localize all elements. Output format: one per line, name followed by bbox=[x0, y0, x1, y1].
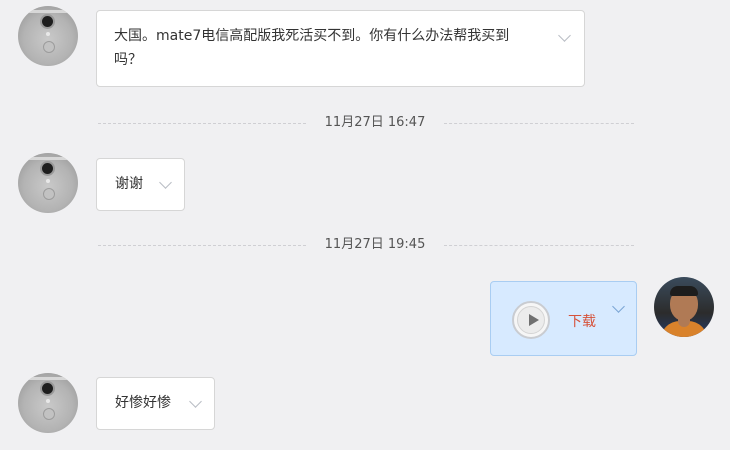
avatar-detail bbox=[42, 163, 53, 174]
chevron-down-icon[interactable] bbox=[159, 176, 172, 189]
avatar-detail bbox=[46, 399, 50, 403]
avatar-detail bbox=[670, 286, 698, 296]
contact-avatar[interactable] bbox=[18, 6, 78, 66]
chevron-down-icon[interactable] bbox=[612, 300, 625, 313]
chevron-down-icon[interactable] bbox=[558, 29, 571, 42]
avatar-detail bbox=[22, 377, 74, 380]
contact-avatar[interactable] bbox=[18, 373, 78, 433]
message-bubble[interactable]: 大国。mate7电信高配版我死活买不到。你有什么办法帮我买到 吗？ bbox=[96, 10, 585, 87]
avatar-detail bbox=[43, 41, 55, 53]
avatar-detail bbox=[46, 32, 50, 36]
contact-avatar[interactable] bbox=[18, 153, 78, 213]
avatar-detail bbox=[43, 408, 55, 420]
avatar-detail bbox=[42, 383, 53, 394]
timestamp-divider: 11月27日 19:45 bbox=[98, 235, 634, 255]
avatar-detail bbox=[22, 157, 74, 160]
message-text: 大国。mate7电信高配版我死活买不到。你有什么办法帮我买到 bbox=[114, 28, 510, 44]
avatar-detail bbox=[43, 188, 55, 200]
divider-line bbox=[444, 123, 634, 124]
download-link[interactable]: 下载 bbox=[568, 310, 596, 334]
timestamp: 11月27日 19:45 bbox=[324, 237, 426, 252]
message-text: 好惨好惨 bbox=[115, 395, 171, 411]
divider-line bbox=[98, 123, 306, 124]
timestamp: 11月27日 16:47 bbox=[324, 115, 426, 130]
avatar-detail bbox=[42, 16, 53, 27]
avatar-detail bbox=[22, 10, 74, 13]
divider-line bbox=[98, 245, 306, 246]
video-message-bubble[interactable]: 下载 bbox=[490, 281, 637, 356]
timestamp-divider: 11月27日 16:47 bbox=[98, 113, 634, 133]
chevron-down-icon[interactable] bbox=[189, 395, 202, 408]
message-text: 谢谢 bbox=[115, 176, 143, 192]
message-text: 吗？ bbox=[114, 52, 142, 68]
message-bubble[interactable]: 谢谢 bbox=[96, 158, 185, 211]
play-triangle bbox=[529, 314, 539, 326]
play-icon[interactable] bbox=[512, 301, 550, 339]
divider-line bbox=[444, 245, 634, 246]
message-bubble[interactable]: 好惨好惨 bbox=[96, 377, 215, 430]
user-avatar[interactable] bbox=[654, 277, 714, 337]
avatar-detail bbox=[46, 179, 50, 183]
